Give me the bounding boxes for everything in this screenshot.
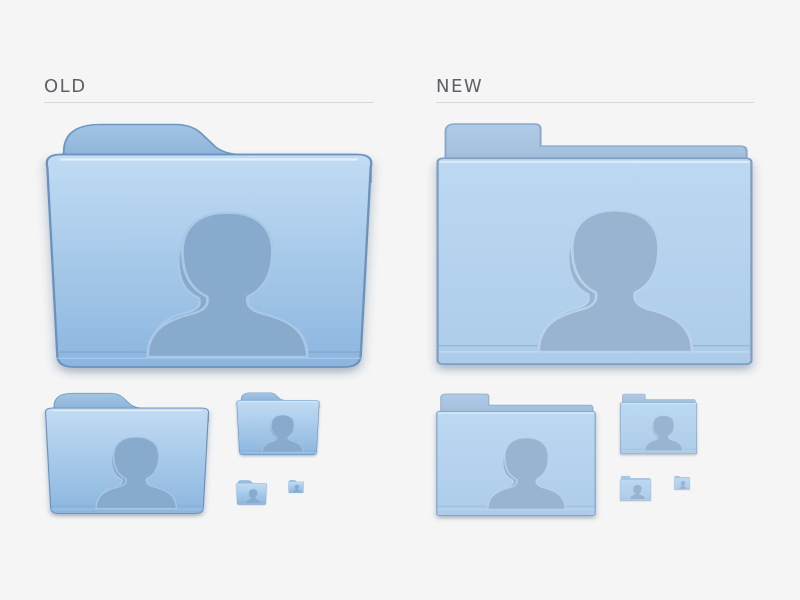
- new-folder-tiny-icon: [620, 476, 651, 501]
- new-folder-mini-icon: [674, 476, 690, 490]
- old-folder-tiny-icon: [236, 480, 266, 504]
- folder-icon-comparison: [0, 0, 800, 600]
- new-folder-large-icon: [438, 124, 752, 364]
- old-folder-large-icon: [47, 125, 372, 368]
- new-folder-small-icon: [620, 394, 696, 454]
- new-folder-medium-icon: [437, 394, 595, 516]
- old-folder-small-icon: [237, 393, 320, 455]
- old-folder-mini-icon: [288, 480, 304, 493]
- old-folder-medium-icon: [45, 393, 208, 513]
